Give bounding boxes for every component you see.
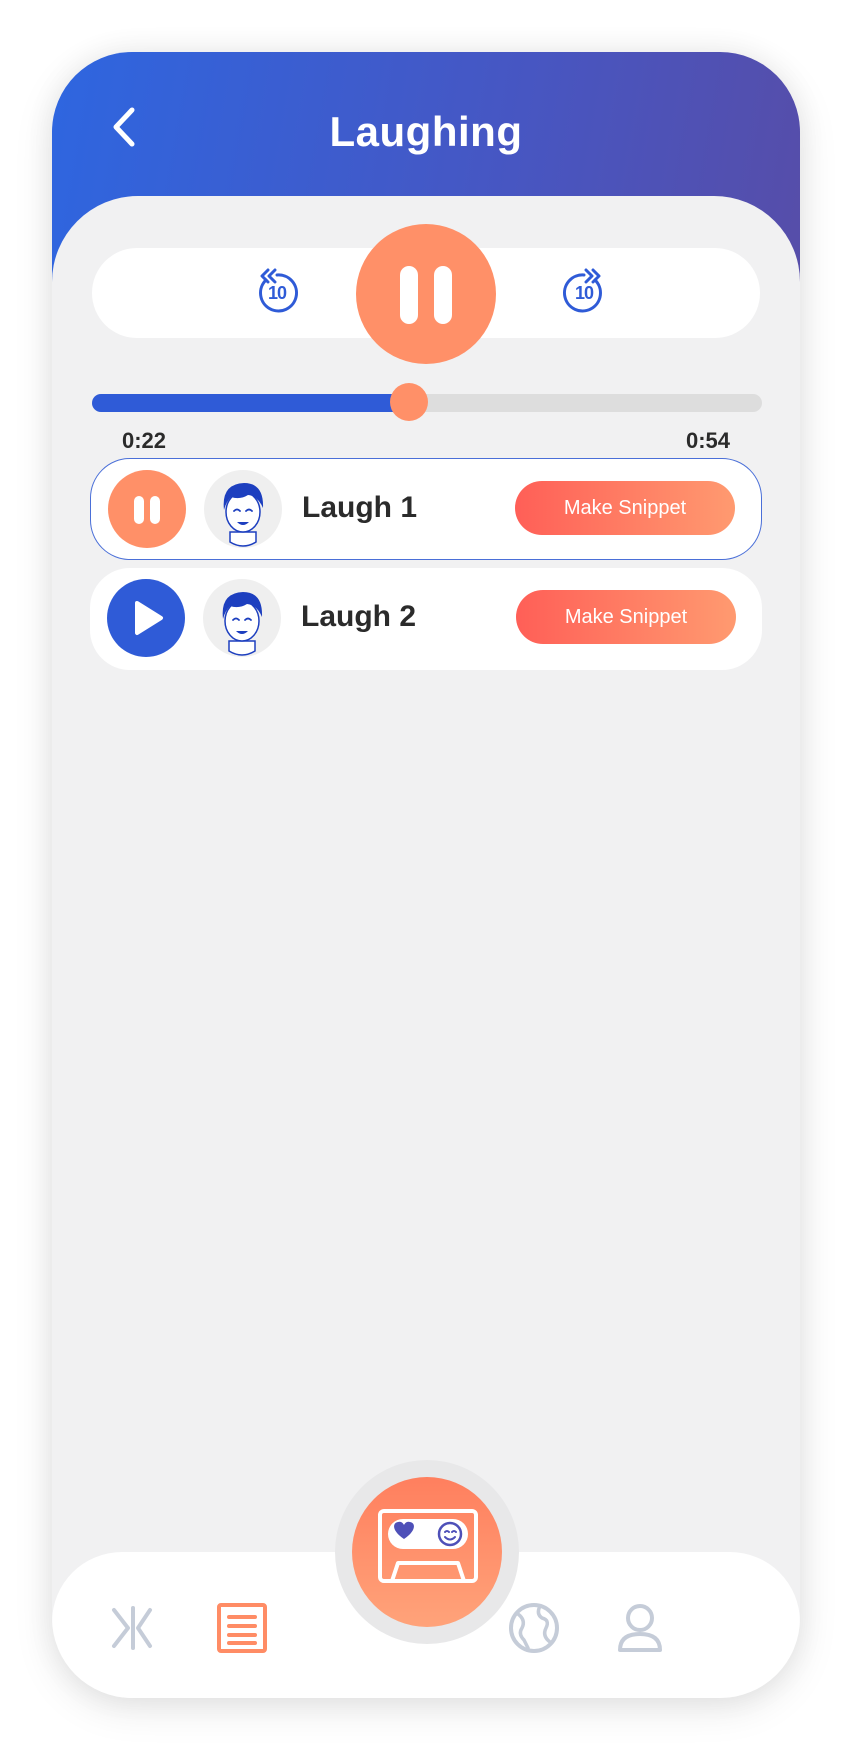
list-icon[interactable] — [214, 1600, 270, 1656]
boy-face-icon — [223, 483, 264, 547]
avatar — [204, 470, 282, 548]
pause-icon-bar — [434, 266, 452, 324]
track-pause-button[interactable] — [108, 470, 186, 548]
skip-back-button[interactable]: 10 — [252, 268, 302, 318]
globe-icon[interactable] — [506, 1600, 562, 1656]
make-snippet-button[interactable]: Make Snippet — [515, 481, 735, 535]
make-snippet-button[interactable]: Make Snippet — [516, 590, 736, 644]
boy-face-icon — [222, 592, 263, 656]
page-title: Laughing — [329, 108, 523, 155]
pause-icon — [134, 496, 144, 524]
track-play-button[interactable] — [107, 579, 185, 657]
skip-forward-label: 10 — [574, 283, 594, 303]
pause-icon — [400, 266, 418, 324]
pause-icon-bar — [150, 496, 160, 524]
track-item-laugh-1[interactable]: Laugh 1 Make Snippet — [90, 458, 762, 560]
main-pause-button[interactable] — [356, 224, 496, 364]
profile-icon[interactable] — [612, 1600, 668, 1656]
phone-frame: Laughing 10 10 0:22 0:54 Laugh 1 Make Sn… — [52, 52, 800, 1698]
skip-forward-button[interactable]: 10 — [559, 268, 609, 318]
play-icon — [135, 601, 163, 635]
track-title: Laugh 1 — [302, 491, 418, 524]
avatar — [203, 579, 281, 657]
skip-back-label: 10 — [267, 283, 287, 303]
progress-handle[interactable] — [389, 383, 428, 421]
current-time: 0:22 — [122, 428, 167, 453]
split-icon[interactable] — [104, 1600, 160, 1656]
total-time: 0:54 — [685, 428, 730, 453]
progress-fill — [92, 394, 409, 412]
cassette-icon — [378, 1509, 478, 1583]
track-item-laugh-2[interactable]: Laugh 2 Make Snippet — [90, 568, 762, 670]
cassette-button[interactable] — [352, 1477, 502, 1627]
track-title: Laugh 2 — [301, 600, 417, 633]
